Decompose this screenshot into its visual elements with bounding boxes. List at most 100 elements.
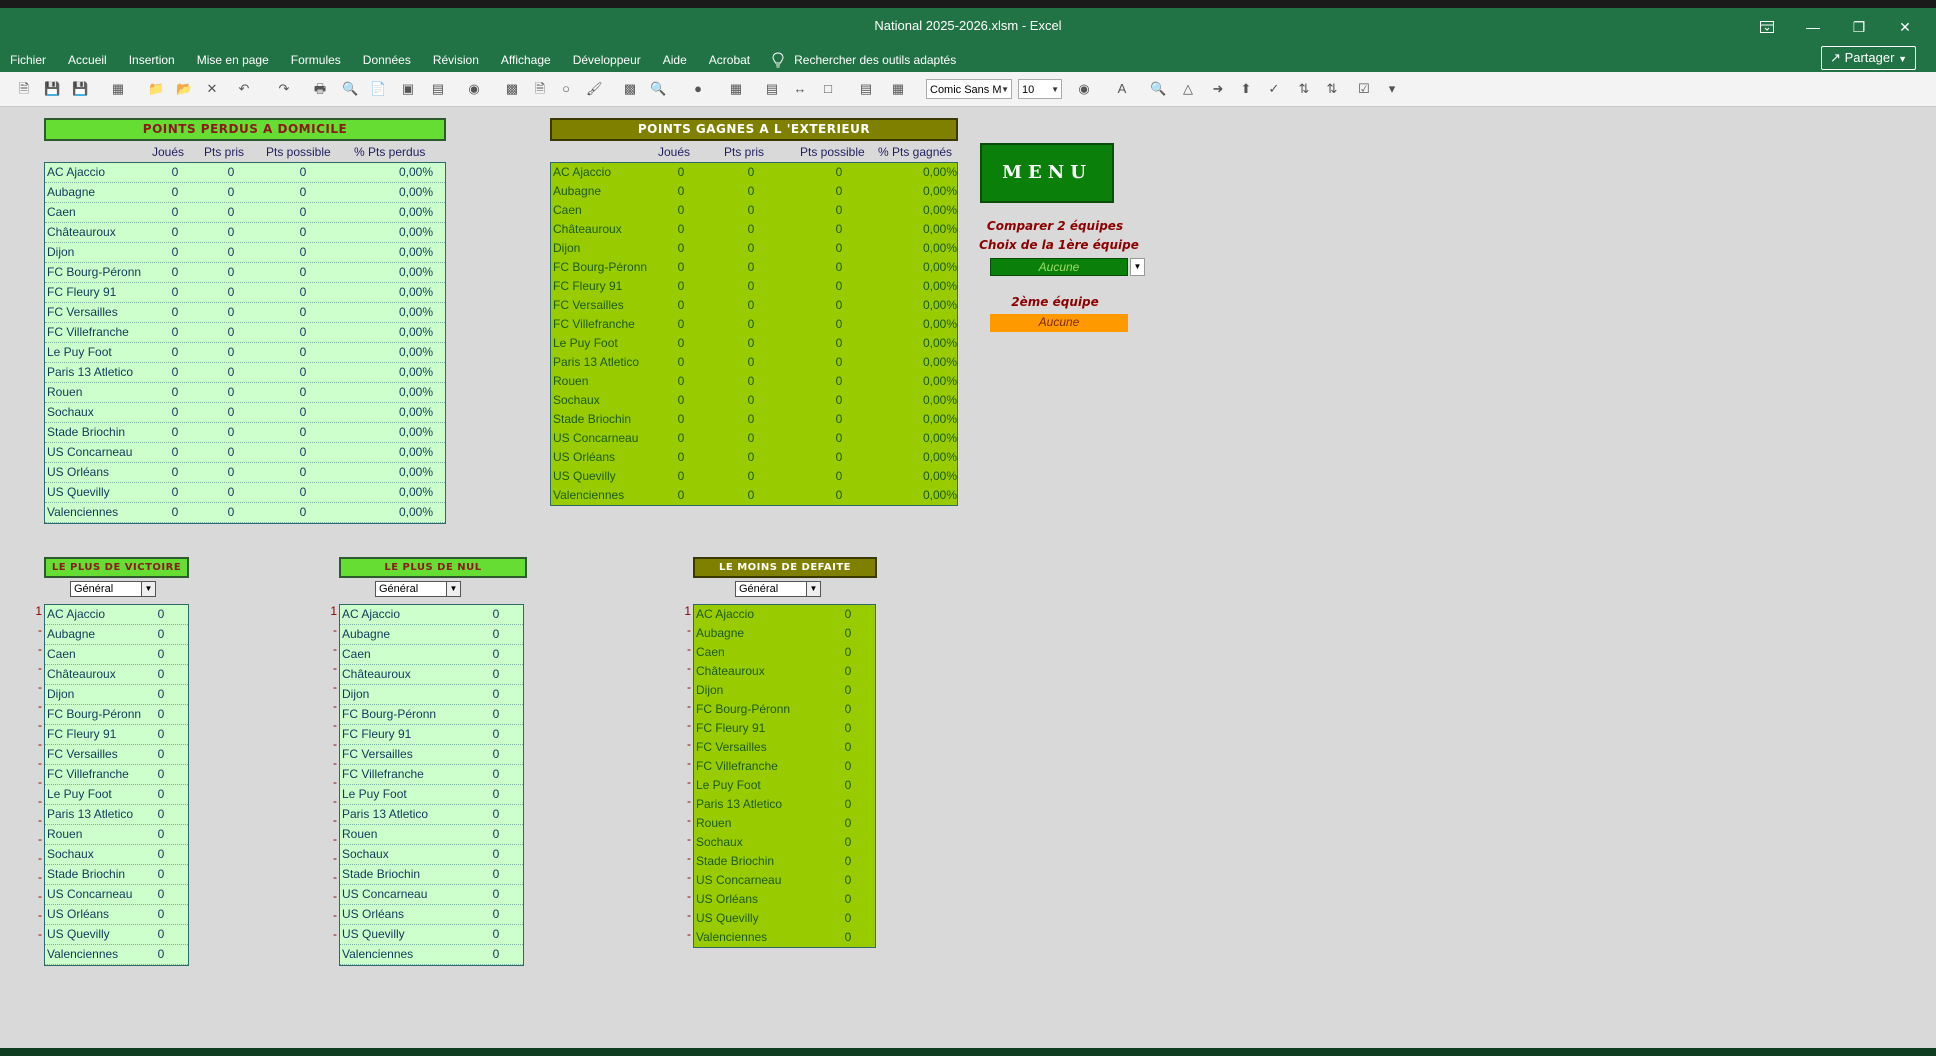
page-setup-icon[interactable]: 📄 [370, 81, 386, 97]
folder-icon[interactable]: 📂 [176, 81, 192, 97]
sort-ascending-icon[interactable]: ⇅ [1296, 81, 1312, 97]
played-value: 0 [171, 225, 179, 239]
column-width-icon[interactable]: ↔ [792, 81, 808, 97]
pct-value: 0,00% [398, 485, 434, 499]
window-top-edge [0, 0, 1936, 8]
menu-acrobat[interactable]: Acrobat [709, 53, 750, 67]
played-value: 0 [171, 445, 179, 459]
rank-marker: - [333, 851, 337, 865]
minimize-icon[interactable]: — [1790, 14, 1836, 40]
pts-possible-value: 0 [835, 184, 843, 198]
rank-row: US Quevilly 0 [694, 909, 875, 928]
first-team-select[interactable]: Aucune [990, 258, 1128, 276]
rank-row: FC Villefranche 0 [45, 765, 188, 785]
pts-taken-value: 0 [747, 336, 755, 350]
menu-aide[interactable]: Aide [663, 53, 687, 67]
close-icon[interactable]: ✕ [1882, 14, 1928, 40]
document-icon[interactable]: 🗎 [532, 81, 548, 97]
team-name: Dijon [553, 241, 581, 255]
close-file-icon[interactable]: ✕ [204, 81, 220, 97]
team-name: Sochaux [696, 835, 743, 849]
maximize-icon[interactable]: ❐ [1836, 14, 1882, 40]
new-file-icon[interactable]: 🗎 [16, 81, 32, 97]
rank-filter-select[interactable]: Général ▼ [735, 581, 821, 597]
checklist-icon[interactable]: ☑ [1356, 81, 1372, 97]
table-icon[interactable]: ▤ [764, 81, 780, 97]
pts-possible-value: 0 [299, 225, 307, 239]
fill-color-icon[interactable]: ● [690, 81, 706, 97]
menu-formules[interactable]: Formules [291, 53, 341, 67]
rank-filter-select[interactable]: Général ▼ [70, 581, 156, 597]
menu-developpeur[interactable]: Développeur [573, 53, 641, 67]
menu-insertion[interactable]: Insertion [129, 53, 175, 67]
rank-marker: - [38, 908, 42, 922]
rank-filter-select[interactable]: Général ▼ [375, 581, 461, 597]
home-row: Valenciennes 0 0 0 0,00% [45, 503, 445, 523]
menu-fichier[interactable]: Fichier [10, 53, 46, 67]
played-value: 0 [171, 185, 179, 199]
menu-donnees[interactable]: Données [363, 53, 411, 67]
tell-me-search[interactable]: Rechercher des outils adaptés [772, 52, 978, 68]
arrow-up-icon[interactable]: ⬆ [1238, 81, 1254, 97]
text-box-icon[interactable]: ▩ [504, 81, 520, 97]
menu-affichage[interactable]: Affichage [501, 53, 551, 67]
circle-shape-icon[interactable]: ○ [558, 81, 574, 97]
pts-taken-value: 0 [747, 374, 755, 388]
rank-table-le-plus-de-nul: AC Ajaccio 0 Aubagne 0 Caen 0 Châteauroux 0 Dijo… [339, 604, 524, 966]
layout-icon[interactable]: ▤ [858, 81, 874, 97]
font-color-icon[interactable]: A [1114, 81, 1130, 97]
shapes-icon[interactable]: ◉ [466, 81, 482, 97]
rank-marker: 1 [684, 604, 691, 618]
rank-marker: - [333, 756, 337, 770]
rank-marker: - [687, 737, 691, 751]
resize-icon[interactable]: □ [820, 81, 836, 97]
menu-button[interactable]: MENU [980, 143, 1114, 203]
font-size-box[interactable]: 10 ▼ [1018, 79, 1062, 99]
open-folder-icon[interactable]: 📁 [148, 81, 164, 97]
worksheet[interactable]: POINTS PERDUS A DOMICILE Joués Pts pris … [0, 107, 1936, 1048]
team-name: Sochaux [47, 847, 94, 861]
go-to-icon[interactable]: ➜ [1210, 81, 1226, 97]
pts-taken-value: 0 [227, 505, 235, 519]
team-name: Rouen [47, 385, 83, 399]
share-button[interactable]: ↗ Partager ▼ [1821, 46, 1916, 70]
second-team-select[interactable]: Aucune [990, 314, 1128, 332]
fill-bucket-icon[interactable]: ◉ [1076, 81, 1092, 97]
font-name-box[interactable]: Comic Sans M ▼ [926, 79, 1012, 99]
save-icon[interactable]: 💾 [44, 81, 60, 97]
ribbon-display-options-icon[interactable] [1744, 14, 1790, 40]
rank-marker: - [333, 794, 337, 808]
rank-marker: - [687, 832, 691, 846]
print-preview-icon[interactable]: 🔍 [342, 81, 358, 97]
print-icon[interactable]: 🖶 [312, 81, 328, 97]
format-painter-icon[interactable]: 🖌 [586, 81, 603, 97]
menu-accueil[interactable]: Accueil [68, 53, 107, 67]
chart-icon[interactable]: ▤ [430, 81, 446, 97]
borders-icon[interactable]: ▦ [890, 81, 906, 97]
rank-marker: - [38, 642, 42, 656]
sort-descending-icon[interactable]: ⇅ [1324, 81, 1340, 97]
freeze-panes-icon[interactable]: ▦ [728, 81, 744, 97]
hierarchy-icon[interactable]: △ [1180, 81, 1196, 97]
spelling-icon[interactable]: ✓ [1266, 81, 1282, 97]
redo-icon[interactable]: ↷ [276, 81, 292, 97]
count-value: 0 [844, 683, 852, 697]
menu-revision[interactable]: Révision [433, 53, 479, 67]
zoom-icon[interactable]: 🔍 [1150, 81, 1166, 97]
font-name-value: Comic Sans M [930, 84, 1002, 96]
briefcase-icon[interactable]: ▩ [622, 81, 638, 97]
customize-toolbar-icon[interactable]: ▾ [1384, 81, 1400, 97]
undo-icon[interactable]: ↶ [236, 81, 252, 97]
chevron-down-icon: ▼ [1001, 85, 1009, 94]
home-row: Sochaux 0 0 0 0,00% [45, 403, 445, 423]
find-icon[interactable]: 🔍 [650, 81, 666, 97]
menu-mise-en-page[interactable]: Mise en page [197, 53, 269, 67]
team-name: Dijon [47, 687, 75, 701]
save-as-icon[interactable]: 💾 [72, 81, 88, 97]
grid-icon[interactable]: ▦ [110, 81, 126, 97]
team-name: Rouen [696, 816, 732, 830]
first-team-dropdown-icon[interactable]: ▼ [1130, 258, 1145, 276]
image-icon[interactable]: ▣ [400, 81, 416, 97]
pts-possible-value: 0 [835, 222, 843, 236]
pts-possible-value: 0 [835, 393, 843, 407]
